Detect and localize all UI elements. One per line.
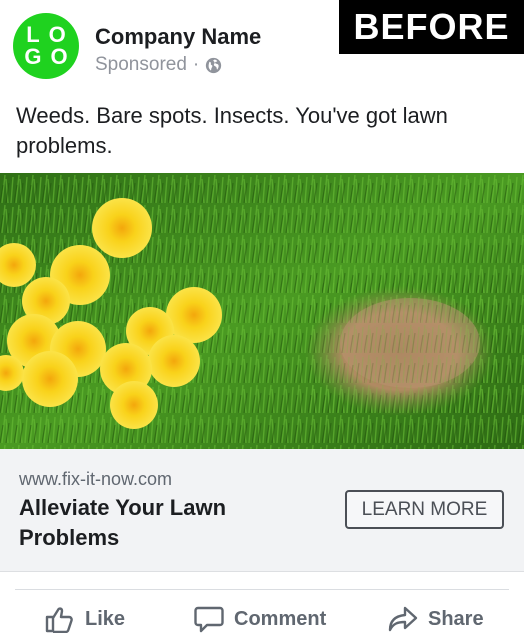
like-button[interactable]: Like: [45, 597, 125, 641]
logo-text-bottom: GO: [24, 44, 77, 69]
comment-label: Comment: [234, 607, 327, 630]
comment-icon: [194, 606, 224, 633]
link-headline[interactable]: Alleviate Your Lawn Problems: [19, 493, 329, 553]
learn-more-button[interactable]: LEARN MORE: [345, 490, 504, 529]
ad-image[interactable]: [0, 173, 524, 449]
company-name-link[interactable]: Company Name: [95, 24, 261, 50]
globe-icon: [206, 57, 222, 73]
thumbs-up-icon: [45, 607, 73, 633]
post-caption: Weeds. Bare spots. Insects. You've got l…: [16, 103, 448, 158]
meta-separator: ·: [192, 54, 200, 75]
like-label: Like: [85, 607, 126, 630]
sponsored-label[interactable]: Sponsored: [95, 54, 187, 76]
share-label: Share: [428, 607, 484, 630]
lawn-photo: [0, 173, 524, 449]
share-button[interactable]: Share: [388, 597, 484, 641]
company-logo[interactable]: LO GO: [13, 13, 79, 79]
actions-divider: [15, 589, 509, 590]
link-domain: www.fix-it-now.com: [19, 469, 173, 489]
logo-text-top: LO: [26, 22, 75, 47]
sponsored-post: LO GO Company Name Sponsored · BEFORE We…: [0, 0, 524, 644]
comment-button[interactable]: Comment: [194, 597, 326, 641]
post-meta: Sponsored ·: [95, 54, 222, 76]
link-preview[interactable]: www.fix-it-now.com Alleviate Your Lawn P…: [0, 449, 524, 572]
share-icon: [388, 606, 418, 632]
post-actions: Like Comment Share: [0, 597, 524, 641]
before-badge: BEFORE: [339, 0, 524, 54]
